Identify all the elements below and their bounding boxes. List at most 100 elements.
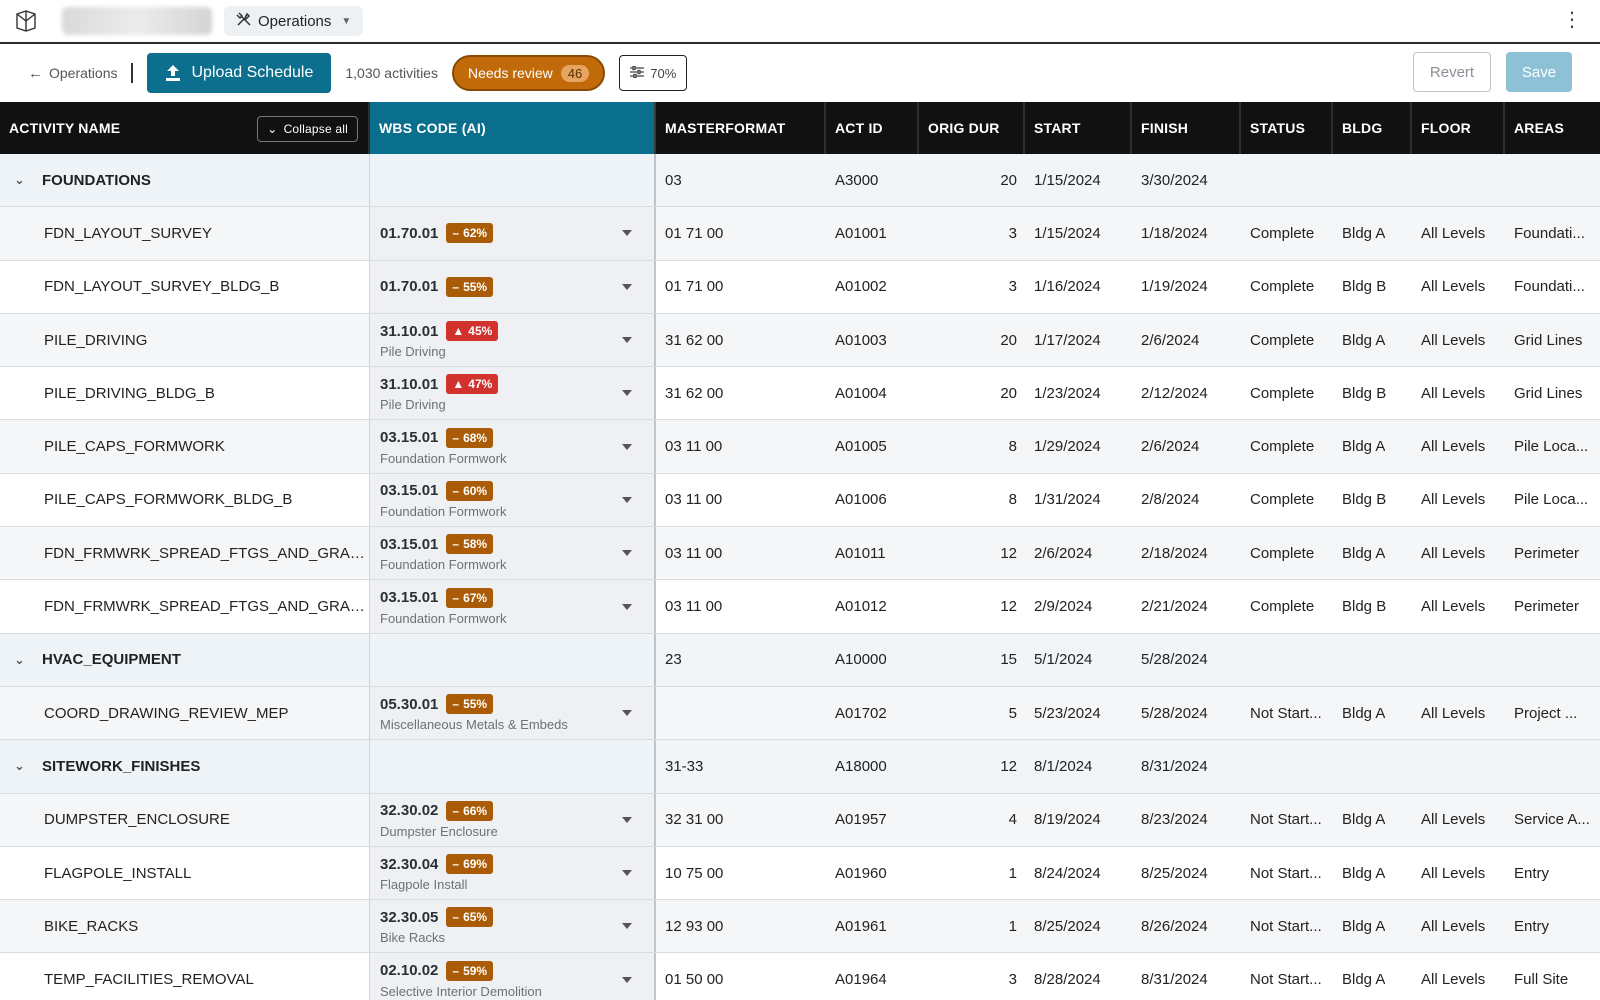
wbs-code-cell[interactable]: 31.10.01 ▲ 47% Pile Driving <box>370 367 656 420</box>
table-row[interactable]: DUMPSTER_ENCLOSURE 32.30.02–66% Dumpster E… <box>0 793 1600 847</box>
finish-cell: 2/6/2024 <box>1132 314 1241 366</box>
confidence-filter-button[interactable]: 70% <box>619 55 688 91</box>
caret-down-icon[interactable] <box>622 496 632 503</box>
wbs-code-cell[interactable]: 03.15.01–68% Foundation Formwork <box>370 420 656 473</box>
column-header-label: ACT ID <box>835 120 883 136</box>
orig-dur-cell: 3 <box>919 261 1025 313</box>
confidence-value: 59% <box>463 963 488 978</box>
table-row[interactable]: PILE_DRIVING 31.10.01 ▲ 45% Pile Driving 31 6… <box>0 313 1600 368</box>
column-header-bldg[interactable]: BLDG <box>1333 102 1412 154</box>
orig-dur-value: 20 <box>1000 331 1017 349</box>
confidence-filter-value: 70% <box>650 65 677 81</box>
chevron-down-icon[interactable]: ⌄ <box>14 758 30 774</box>
activity-name: FOUNDATIONS <box>42 171 151 189</box>
wbs-code-cell[interactable]: 01.70.01–62% <box>370 207 656 260</box>
column-header-activity-name[interactable]: ACTIVITY NAME ⌄ Collapse all <box>0 102 370 154</box>
blurred-project-name[interactable] <box>62 7 212 35</box>
column-header-masterformat[interactable]: MASTERFORMAT <box>656 102 826 154</box>
caret-down-icon[interactable] <box>622 816 632 823</box>
column-header-label: START <box>1034 120 1081 136</box>
start-cell: 1/15/2024 <box>1025 154 1132 206</box>
dash-icon: – <box>452 910 460 925</box>
masterformat-cell: 10 75 00 <box>656 847 826 899</box>
wbs-line: 01.70.01–62% <box>380 223 494 244</box>
wbs-code-cell[interactable]: 03.15.01–60% Foundation Formwork <box>370 473 656 527</box>
caret-down-icon[interactable] <box>622 443 632 450</box>
activity-name: PILE_CAPS_FORMWORK_BLDG_B <box>44 491 293 509</box>
table-row[interactable]: FDN_LAYOUT_SURVEY_BLDG_B 01.70.01–55% 01 7… <box>0 260 1600 314</box>
caret-down-icon[interactable] <box>622 976 632 983</box>
activity-name: PILE_CAPS_FORMWORK <box>44 438 225 456</box>
finish-cell: 5/28/2024 <box>1132 634 1241 686</box>
project-menu-dropdown[interactable]: Operations ▼ <box>224 6 364 36</box>
table-row[interactable]: FDN_LAYOUT_SURVEY 01.70.01–62% 01 71 00 A01… <box>0 207 1600 261</box>
wbs-code-cell[interactable]: 32.30.04–69% Flagpole Install <box>370 846 656 900</box>
table-row[interactable]: PILE_CAPS_FORMWORK_BLDG_B 03.15.01–60% Fou… <box>0 473 1600 528</box>
more-options-icon[interactable]: ⋮ <box>1562 10 1582 30</box>
masterformat-value: 01 50 00 <box>665 971 724 989</box>
floor-cell: All Levels <box>1412 474 1505 526</box>
masterformat-cell <box>656 687 826 739</box>
wbs-code: 32.30.02 <box>380 802 439 820</box>
wbs-code-cell[interactable]: 01.70.01–55% <box>370 260 656 313</box>
wbs-code-cell[interactable]: 03.15.01–67% Foundation Formwork <box>370 580 656 633</box>
table-row[interactable]: TEMP_FACILITIES_REMOVAL 02.10.02–59% Selec… <box>0 953 1600 1000</box>
caret-down-icon[interactable] <box>622 283 632 290</box>
wbs-code-cell[interactable]: 02.10.02–59% Selective Interior Demolitio… <box>370 953 656 1000</box>
column-header-status[interactable]: STATUS <box>1241 102 1333 154</box>
finish-value: 8/31/2024 <box>1141 757 1208 775</box>
column-header-floor[interactable]: FLOOR <box>1412 102 1505 154</box>
caret-down-icon[interactable] <box>622 923 632 930</box>
caret-down-icon[interactable] <box>622 550 632 557</box>
wbs-code-cell[interactable]: 31.10.01 ▲ 45% Pile Driving <box>370 313 656 367</box>
column-header-orig-dur[interactable]: ORIG DUR <box>919 102 1025 154</box>
areas-cell <box>1505 740 1590 792</box>
areas-value: Grid Lines <box>1514 384 1583 402</box>
table-row[interactable]: PILE_CAPS_FORMWORK 03.15.01–68% Foundation… <box>0 420 1600 474</box>
caret-down-icon[interactable] <box>622 230 632 237</box>
wbs-line: 32.30.04–69% <box>380 854 494 874</box>
bldg-cell: Bldg A <box>1333 794 1412 846</box>
column-header-act-id[interactable]: ACT ID <box>826 102 919 154</box>
orig-dur-cell: 12 <box>919 580 1025 632</box>
upload-schedule-button[interactable]: Upload Schedule <box>147 53 332 93</box>
table-row[interactable]: COORD_DRAWING_REVIEW_MEP 05.30.01–55% Misc… <box>0 686 1600 741</box>
wbs-code-cell[interactable]: 05.30.01–55% Miscellaneous Metals & Embed… <box>370 686 656 740</box>
group-row[interactable]: ⌄ SITEWORK_FINISHES 31-33 A18000 12 8/1/2024 8… <box>0 740 1600 794</box>
chevron-down-icon[interactable]: ⌄ <box>14 652 30 668</box>
table-row[interactable]: FLAGPOLE_INSTALL 32.30.04–69% Flagpole Ins… <box>0 846 1600 901</box>
column-header-wbs-code[interactable]: WBS CODE (AI) <box>370 102 656 154</box>
wbs-code-cell[interactable]: 03.15.01–58% Foundation Formwork <box>370 527 656 580</box>
revert-button[interactable]: Revert <box>1413 52 1491 92</box>
group-row[interactable]: ⌄ HVAC_EQUIPMENT 23 A10000 15 5/1/2024 5/28/20… <box>0 633 1600 687</box>
floor-value: All Levels <box>1421 491 1486 509</box>
save-button[interactable]: Save <box>1506 52 1572 92</box>
caret-down-icon[interactable] <box>622 390 632 397</box>
column-header-start[interactable]: START <box>1025 102 1132 154</box>
start-cell: 2/9/2024 <box>1025 580 1132 632</box>
masterformat-value: 01 71 00 <box>665 278 724 296</box>
table-row[interactable]: FDN_FRMWRK_SPREAD_FTGS_AND_GRAD... 03.15.… <box>0 580 1600 634</box>
table-row[interactable]: BIKE_RACKS 32.30.05–65% Bike Racks 12 93 00… <box>0 900 1600 954</box>
chevron-down-icon[interactable]: ⌄ <box>14 172 30 188</box>
column-header-areas[interactable]: AREAS <box>1505 102 1600 154</box>
app-logo-icon[interactable] <box>12 7 40 35</box>
table-row[interactable]: FDN_FRMWRK_SPREAD_FTGS_AND_GRAD... 03.15.… <box>0 527 1600 581</box>
needs-review-filter[interactable]: Needs review 46 <box>451 55 606 91</box>
caret-down-icon[interactable] <box>622 870 632 876</box>
table-row[interactable]: PILE_DRIVING_BLDG_B 31.10.01 ▲ 47% Pile Driv… <box>0 367 1600 421</box>
caret-down-icon[interactable] <box>622 337 632 344</box>
bldg-value: Bldg B <box>1342 278 1387 296</box>
table-body: ⌄ FOUNDATIONS 03 A3000 20 1/15/2024 3/30/2024 F… <box>0 154 1600 1000</box>
wbs-code-cell[interactable]: 32.30.02–66% Dumpster Enclosure <box>370 793 656 846</box>
caret-down-icon[interactable] <box>622 710 632 717</box>
column-header-finish[interactable]: FINISH <box>1132 102 1241 154</box>
collapse-all-button[interactable]: ⌄ Collapse all <box>257 116 358 142</box>
finish-value: 8/25/2024 <box>1141 864 1208 882</box>
wbs-description: Bike Racks <box>380 930 446 946</box>
back-link[interactable]: ← Operations <box>28 65 117 82</box>
caret-down-icon[interactable] <box>622 603 632 610</box>
wbs-code-cell[interactable]: 32.30.05–65% Bike Racks <box>370 900 656 953</box>
group-row[interactable]: ⌄ FOUNDATIONS 03 A3000 20 1/15/2024 3/30/2024 <box>0 154 1600 208</box>
orig-dur-value: 12 <box>1000 757 1017 775</box>
